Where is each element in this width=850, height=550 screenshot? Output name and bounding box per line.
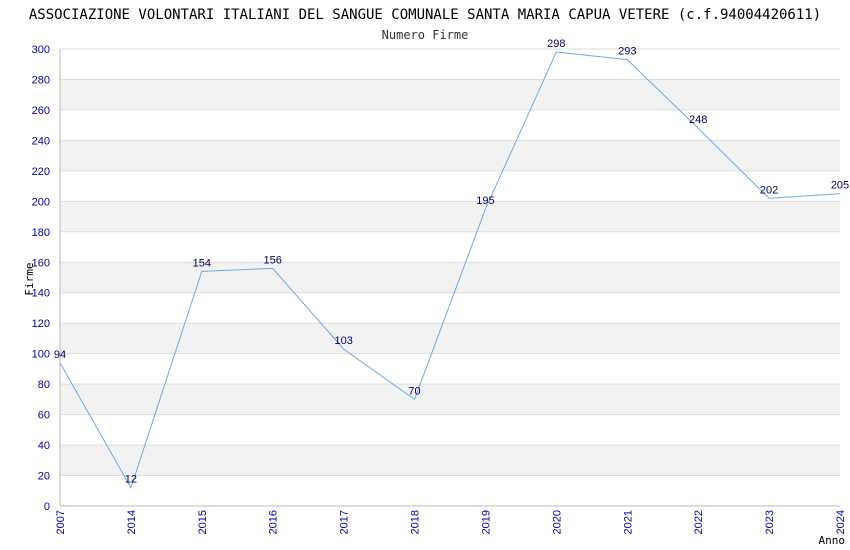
data-label: 156	[264, 254, 282, 266]
y-tick-label: 200	[32, 196, 50, 208]
data-label: 195	[476, 195, 494, 207]
chart-subtitle: Numero Firme	[382, 28, 469, 42]
grid-band	[60, 262, 840, 293]
grid-band	[60, 231, 840, 263]
data-label: 12	[125, 474, 137, 486]
chart-title: ASSOCIAZIONE VOLONTARI ITALIANI DEL SANG…	[29, 7, 821, 23]
data-label: 205	[831, 180, 849, 192]
y-tick-label: 120	[32, 318, 50, 330]
y-tick-label: 260	[32, 105, 50, 117]
x-tick-label: 2020	[551, 510, 563, 534]
grid-band	[60, 109, 840, 141]
grid-band	[60, 292, 840, 324]
data-label: 70	[408, 385, 420, 397]
data-label: 298	[547, 38, 565, 50]
data-label: 248	[689, 114, 707, 126]
x-tick-label: 2019	[480, 510, 492, 534]
grid-band	[60, 414, 840, 446]
grid-band	[60, 323, 840, 354]
y-tick-label: 280	[32, 74, 50, 86]
grid-band	[60, 475, 840, 506]
y-tick-label: 0	[44, 501, 50, 513]
grid-band	[60, 384, 840, 415]
data-label: 154	[193, 257, 211, 269]
x-tick-label: 2015	[197, 510, 209, 534]
grid-band	[60, 49, 840, 80]
y-tick-label: 300	[32, 44, 50, 56]
background-bands	[60, 49, 840, 506]
data-label: 94	[54, 349, 66, 361]
grid-band	[60, 353, 840, 385]
grid-band	[60, 170, 840, 202]
x-axis-label: Anno	[819, 534, 846, 547]
y-tick-label: 220	[32, 166, 50, 178]
x-tick-label: 2014	[126, 510, 138, 534]
y-axis-label: Firme	[23, 262, 36, 295]
y-tick-label: 40	[38, 440, 50, 452]
y-tick-label: 180	[32, 227, 50, 239]
x-tick-label: 2023	[764, 510, 776, 534]
grid-band	[60, 140, 840, 171]
x-tick-label: 2007	[55, 510, 67, 534]
y-tick-label: 60	[38, 410, 50, 422]
grid-band	[60, 79, 840, 110]
x-tick-label: 2021	[622, 510, 634, 534]
data-label: 103	[334, 335, 352, 347]
x-tick-label: 2018	[410, 510, 422, 534]
y-tick-label: 20	[38, 471, 50, 483]
x-tick-labels: 2007 2014 2015 2016 2017 2018 2019 2020 2021 2022…	[55, 510, 847, 534]
y-tick-label: 80	[38, 379, 50, 391]
grid-band	[60, 201, 840, 232]
line-chart: 0204060801001201401601802002202402602803…	[23, 7, 849, 547]
y-tick-label: 100	[32, 349, 50, 361]
data-label: 202	[760, 184, 778, 196]
x-tick-label: 2024	[835, 510, 847, 534]
grid-band	[60, 445, 840, 476]
x-tick-label: 2016	[268, 510, 280, 534]
y-tick-label: 240	[32, 135, 50, 147]
data-label: 293	[618, 46, 636, 58]
x-tick-label: 2017	[339, 510, 351, 534]
x-tick-label: 2022	[693, 510, 705, 534]
